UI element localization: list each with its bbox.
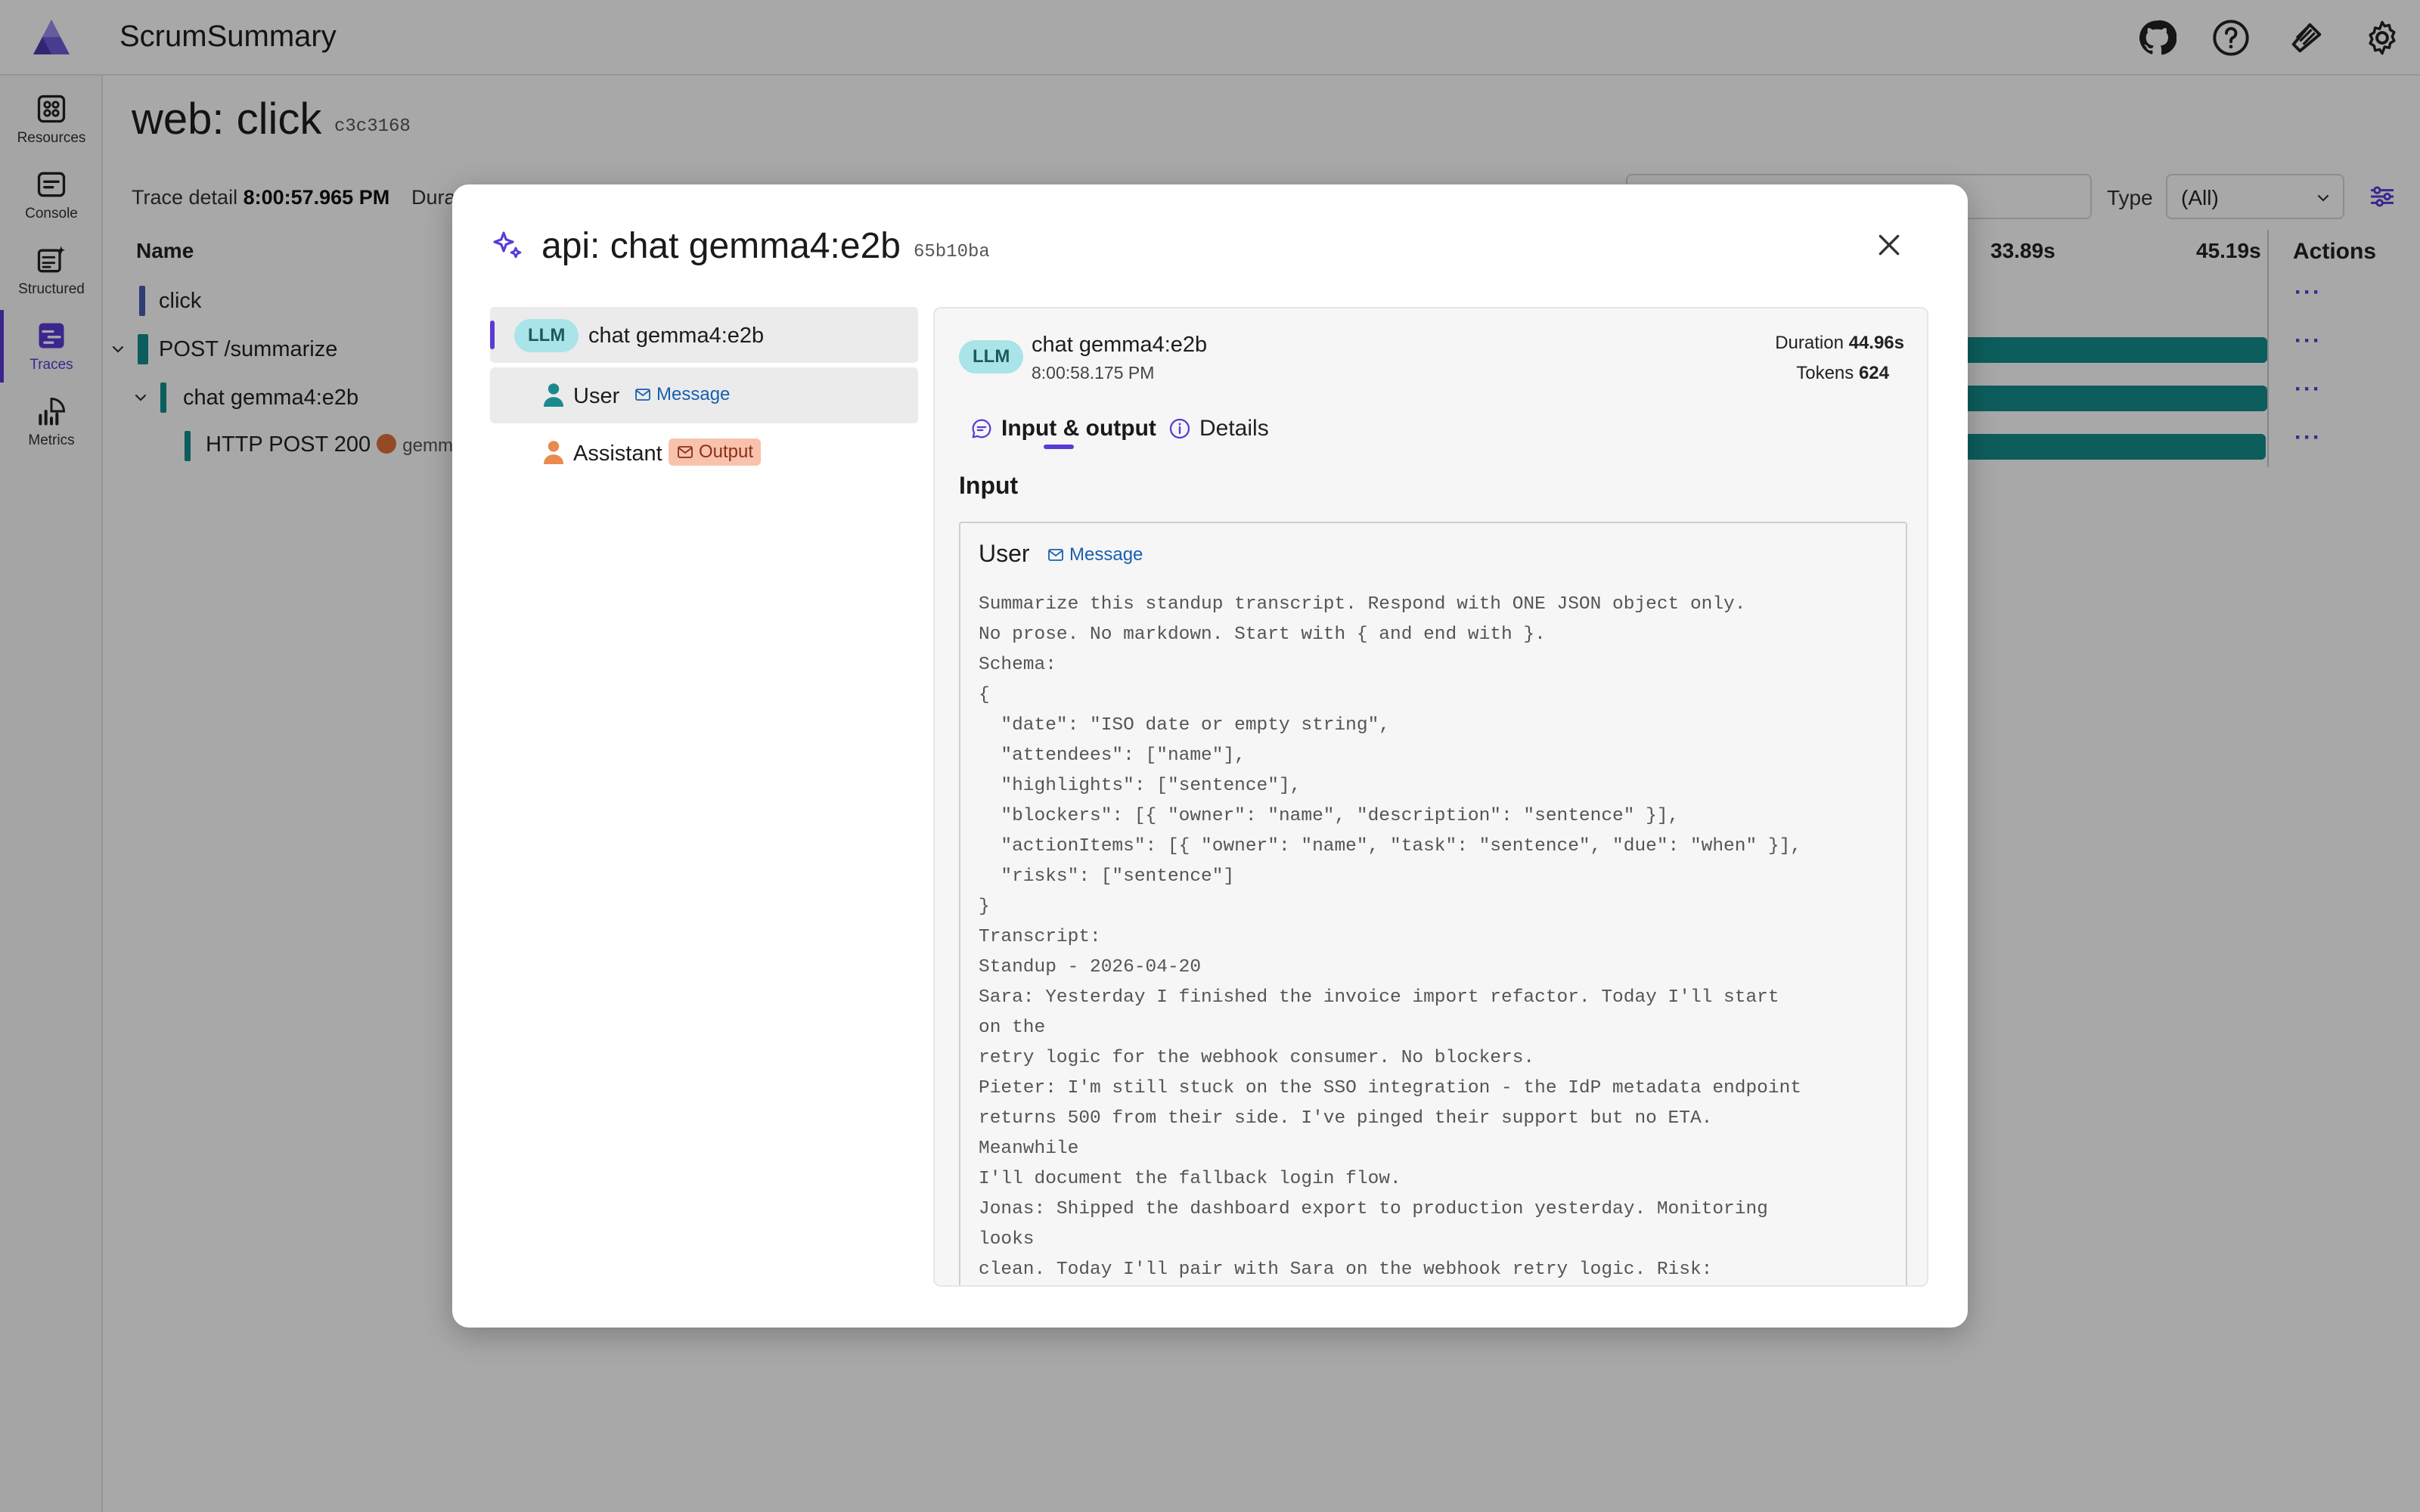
tree-item-assistant[interactable]: Assistant Output bbox=[490, 425, 918, 481]
user-person-icon bbox=[544, 383, 563, 407]
llm-badge: LLM bbox=[959, 340, 1024, 373]
assistant-person-icon bbox=[544, 441, 563, 464]
info-icon bbox=[1169, 418, 1190, 439]
message-role: User bbox=[979, 540, 1030, 567]
output-chip-label: Output bbox=[699, 442, 754, 462]
llm-badge: LLM bbox=[514, 319, 579, 352]
tab-label: Input & output bbox=[1001, 416, 1156, 441]
message-text: Summarize this standup transcript. Respo… bbox=[979, 594, 1801, 1280]
span-detail-panel: LLM chat gemma4:e2b 8:00:58.175 PM Durat… bbox=[933, 307, 1928, 1287]
input-heading: Input bbox=[959, 472, 1019, 499]
span-tokens: Tokens 624 bbox=[1796, 363, 1889, 384]
span-name: chat gemma4:e2b bbox=[1032, 333, 1208, 357]
tab-label: Details bbox=[1199, 416, 1269, 441]
dialog-title: api: chat gemma4:e2b bbox=[541, 226, 901, 266]
close-icon[interactable] bbox=[1874, 230, 1904, 260]
tab-details[interactable]: Details bbox=[1168, 416, 1269, 442]
tree-item-label: User bbox=[573, 384, 620, 408]
span-duration: Duration 44.96s bbox=[1775, 333, 1904, 354]
tab-input-output[interactable]: Input & output bbox=[970, 416, 1156, 442]
mail-icon bbox=[635, 389, 650, 401]
tokens-label: Tokens bbox=[1796, 363, 1854, 383]
tokens-value: 624 bbox=[1858, 363, 1889, 383]
dialog-span-id: 65b10ba bbox=[914, 242, 990, 262]
duration-label: Duration bbox=[1775, 333, 1844, 353]
sparkles-icon bbox=[493, 231, 522, 259]
span-time: 8:00:58.175 PM bbox=[1032, 363, 1155, 383]
tree-item-llm[interactable]: LLM chat gemma4:e2b bbox=[490, 307, 918, 363]
input-message-box[interactable]: User Message Summarize this standup tran… bbox=[959, 522, 1907, 1285]
duration-value: 44.96s bbox=[1848, 333, 1904, 353]
active-tab-indicator bbox=[1044, 445, 1074, 449]
message-chip: Message bbox=[634, 384, 730, 405]
span-detail-dialog: api: chat gemma4:e2b 65b10ba LLM chat ge… bbox=[452, 184, 1968, 1328]
message-chip-label: Message bbox=[656, 384, 731, 404]
message-chip: Message bbox=[1047, 544, 1143, 565]
tree-item-user[interactable]: User Message bbox=[490, 367, 918, 423]
output-chip: Output bbox=[669, 438, 762, 466]
tree-item-label: Assistant bbox=[573, 442, 662, 466]
tree-item-label: chat gemma4:e2b bbox=[588, 324, 765, 348]
message-chip-label: Message bbox=[1069, 544, 1143, 565]
mail-icon bbox=[1048, 549, 1063, 561]
mail-icon bbox=[678, 446, 693, 458]
chat-bubble-icon bbox=[972, 419, 991, 438]
